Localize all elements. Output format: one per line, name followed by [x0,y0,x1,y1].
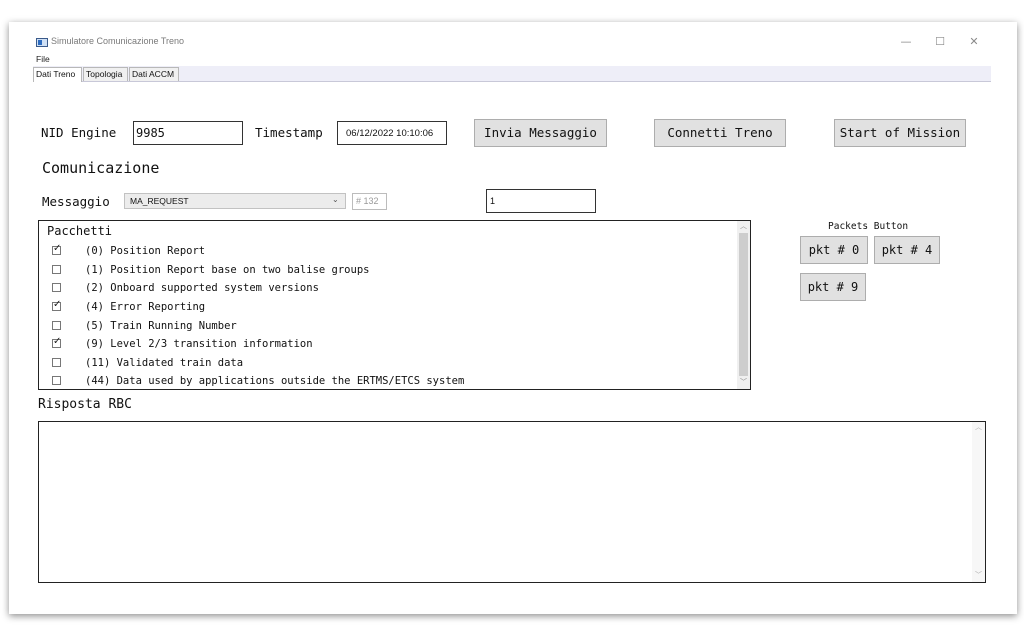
app-window: Simulatore Comunicazione Treno — ☐ ✕ Fil… [9,22,1017,614]
message-extra-input[interactable]: 1 [486,189,596,213]
menu-file[interactable]: File [36,54,50,64]
comunicazione-heading: Comunicazione [42,159,160,177]
packet-label: (2) Onboard supported system versions [85,282,319,294]
messaggio-label: Messaggio [42,194,110,209]
connetti-treno-button[interactable]: Connetti Treno [654,119,786,147]
list-item[interactable]: (44) Data used by applications outside t… [39,373,739,391]
packet-label: (0) Position Report [85,245,206,257]
packet-label: (11) Validated train data [85,357,244,369]
risposta-rbc-heading: Risposta RBC [38,397,132,412]
scroll-up-icon[interactable]: ︿ [975,422,982,432]
packet-label: (44) Data used by applications outside t… [85,375,465,387]
close-button[interactable]: ✕ [963,32,985,52]
minimize-button[interactable]: — [895,32,917,52]
scroll-down-icon[interactable]: ﹀ [975,570,982,580]
scroll-up-icon[interactable]: ︿ [740,221,747,231]
checkbox[interactable]: ✓ [52,243,62,255]
packet-label: (5) Train Running Number [85,320,237,332]
timestamp-value: 06/12/2022 10:10:06 [346,128,434,139]
nid-engine-input[interactable]: 9985 [133,121,243,145]
nid-engine-value: 9985 [136,126,165,140]
list-item[interactable]: (1) Position Report base on two balise g… [39,261,739,279]
maximize-button[interactable]: ☐ [929,32,951,52]
window-title: Simulatore Comunicazione Treno [51,36,185,46]
check-icon: ✓ [53,243,62,254]
messaggio-dropdown[interactable]: MA_REQUEST ⌄ [124,193,346,209]
message-number-field: # 132 [352,193,387,210]
checkbox[interactable]: ✓ [52,299,62,311]
checkbox[interactable] [52,376,61,385]
invia-messaggio-button[interactable]: Invia Messaggio [474,119,607,147]
messaggio-selected: MA_REQUEST [130,196,189,206]
timestamp-input[interactable]: 06/12/2022 10:10:06 [337,121,447,145]
packet-label: (9) Level 2/3 transition information [85,338,313,350]
app-icon [36,38,48,47]
tab-dati-treno[interactable]: Dati Treno [33,67,82,82]
message-extra-value: 1 [490,196,496,206]
checkbox[interactable] [52,283,61,292]
checkbox[interactable] [52,321,61,330]
nid-engine-label: NID Engine [41,125,117,140]
tab-dati-accm[interactable]: Dati ACCM [129,67,179,81]
pkt-0-button[interactable]: pkt # 0 [800,236,868,264]
pkt-4-button[interactable]: pkt # 4 [874,236,940,264]
timestamp-label: Timestamp [255,125,323,140]
list-item[interactable]: ✓ (4) Error Reporting [39,298,739,316]
list-item[interactable]: ✓ (9) Level 2/3 transition information [39,335,739,353]
list-item[interactable]: (2) Onboard supported system versions [39,279,739,297]
list-item[interactable]: (5) Train Running Number [39,317,739,335]
checkbox[interactable] [52,265,61,274]
scroll-down-icon[interactable]: ﹀ [740,377,747,387]
packets-button-heading: Packets Button [828,221,909,232]
start-of-mission-button[interactable]: Start of Mission [834,119,966,147]
risposta-rbc-textarea[interactable]: ︿ ﹀ [38,421,986,583]
check-icon: ✓ [53,336,62,347]
scroll-thumb[interactable] [739,233,748,376]
checkbox[interactable]: ✓ [52,336,62,348]
packet-label: (4) Error Reporting [85,301,206,313]
risposta-scrollbar[interactable]: ︿ ﹀ [972,422,985,582]
list-item[interactable]: ✓ (0) Position Report [39,242,739,260]
chevron-down-icon: ⌄ [332,195,339,204]
pkt-9-button[interactable]: pkt # 9 [800,273,866,301]
list-item[interactable]: (11) Validated train data [39,354,739,372]
packet-label: (1) Position Report base on two balise g… [85,264,370,276]
pacchetti-listbox[interactable]: Pacchetti ✓ (0) Position Report (1) Posi… [38,220,751,390]
checkbox[interactable] [52,358,61,367]
pacchetti-scrollbar[interactable]: ︿ ﹀ [737,221,750,389]
message-number: # 132 [356,196,379,206]
tab-topologia[interactable]: Topologia [83,67,128,81]
check-icon: ✓ [53,299,62,310]
pacchetti-heading: Pacchetti [47,224,113,238]
